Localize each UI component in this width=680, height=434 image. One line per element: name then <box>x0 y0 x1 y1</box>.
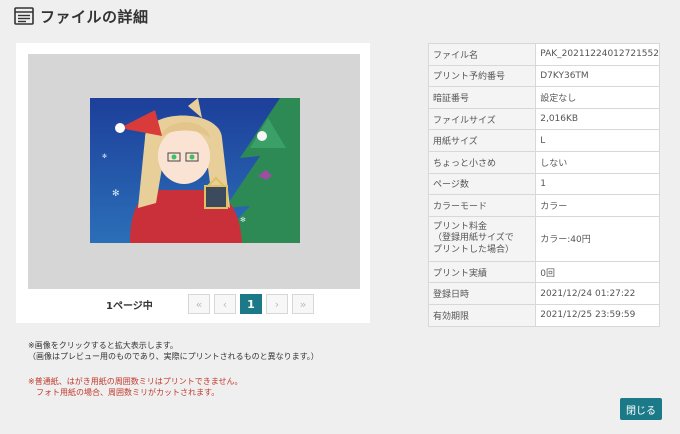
row-label: ファイル名 <box>427 43 537 66</box>
row-label: 暗証番号 <box>427 86 537 109</box>
table-row: ファイル名 PAK_20211224012721552 <box>427 43 660 66</box>
note-line: （画像はプレビュー用のものであり、実際にプリントされるものと異なります。） <box>28 352 319 361</box>
row-label: プリント予約番号 <box>427 64 537 88</box>
close-button[interactable]: 閉じる <box>620 398 662 420</box>
table-row: 有効期限 2021/12/25 23:59:59 <box>427 303 660 327</box>
page-title: ファイルの詳細 <box>40 7 149 26</box>
row-label: ページ数 <box>427 172 537 196</box>
current-page-button[interactable]: 1 <box>240 294 262 314</box>
row-value: 2021/12/25 23:59:59 <box>535 303 660 327</box>
document-list-icon <box>14 7 34 25</box>
row-value: L <box>535 129 660 152</box>
preview-notes: ※画像をクリックすると拡大表示します。 （画像はプレビュー用のものであり、実際に… <box>28 340 319 362</box>
print-warnings: ※普通紙、はがき用紙の周囲数ミリはプリントできません。 フォト用紙の場合、周囲数… <box>28 376 242 398</box>
note-line: ※画像をクリックすると拡大表示します。 <box>28 341 178 350</box>
pager-row: 1ページ中 « ‹ 1 › » <box>16 294 370 316</box>
row-value: 設定なし <box>535 86 660 109</box>
warning-line: フォト用紙の場合、周囲数ミリがカットされます。 <box>28 388 220 397</box>
svg-text:✻: ✻ <box>102 153 107 160</box>
table-row: ページ数 1 <box>427 172 660 196</box>
warning-line: ※普通紙、はがき用紙の周囲数ミリはプリントできません。 <box>28 377 243 386</box>
preview-area: ✻ ✻ ✻ <box>28 54 360 289</box>
row-label: 登録日時 <box>427 282 537 305</box>
page-count-label: 1ページ中 <box>106 301 153 312</box>
row-label: 用紙サイズ <box>427 129 537 152</box>
last-page-button[interactable]: » <box>292 294 314 314</box>
row-value: 2021/12/24 01:27:22 <box>535 282 660 305</box>
table-row: 登録日時 2021/12/24 01:27:22 <box>427 282 660 305</box>
table-row: 用紙サイズ L <box>427 129 660 152</box>
file-details-table: ファイル名 PAK_20211224012721552 プリント予約番号 D7KY3… <box>427 43 660 327</box>
row-label: プリント実績 <box>427 260 537 284</box>
row-label: 有効期限 <box>427 303 537 327</box>
row-value: 0回 <box>535 260 660 284</box>
row-label: カラーモード <box>427 194 537 217</box>
row-label: ちょっと小さめ <box>427 150 537 174</box>
row-value: 1 <box>535 172 660 196</box>
svg-text:✻: ✻ <box>240 216 246 224</box>
table-row: プリント実績 0回 <box>427 260 660 284</box>
row-value: しない <box>535 150 660 174</box>
row-label: ファイルサイズ <box>427 107 537 131</box>
preview-thumbnail[interactable]: ✻ ✻ ✻ <box>90 98 300 243</box>
next-page-button[interactable]: › <box>266 294 288 314</box>
row-label-line: プリントした場合） <box>433 244 515 255</box>
row-value: カラー:40円 <box>535 215 660 262</box>
table-row: プリント予約番号 D7KY36TM <box>427 64 660 88</box>
svg-text:✻: ✻ <box>112 189 120 199</box>
first-page-button[interactable]: « <box>188 294 210 314</box>
preview-panel: ✻ ✻ ✻ 1ページ中 « ‹ 1 › » <box>16 43 370 323</box>
row-value: 2,016KB <box>535 107 660 131</box>
table-row: プリント料金 （登録用紙サイズで プリントした場合） カラー:40円 <box>427 215 660 262</box>
page-header: ファイルの詳細 <box>14 5 149 27</box>
row-value: D7KY36TM <box>535 64 660 88</box>
table-row: ちょっと小さめ しない <box>427 150 660 174</box>
table-row: ファイルサイズ 2,016KB <box>427 107 660 131</box>
row-label-line: プリント料金 <box>433 221 488 232</box>
row-label: プリント料金 （登録用紙サイズで プリントした場合） <box>427 215 537 262</box>
prev-page-button[interactable]: ‹ <box>214 294 236 314</box>
table-row: 暗証番号 設定なし <box>427 86 660 109</box>
row-value: カラー <box>535 194 660 217</box>
pagination: « ‹ 1 › » <box>188 294 314 314</box>
row-label-line: （登録用紙サイズで <box>433 233 514 243</box>
table-row: カラーモード カラー <box>427 194 660 217</box>
row-value: PAK_20211224012721552 <box>535 43 660 66</box>
